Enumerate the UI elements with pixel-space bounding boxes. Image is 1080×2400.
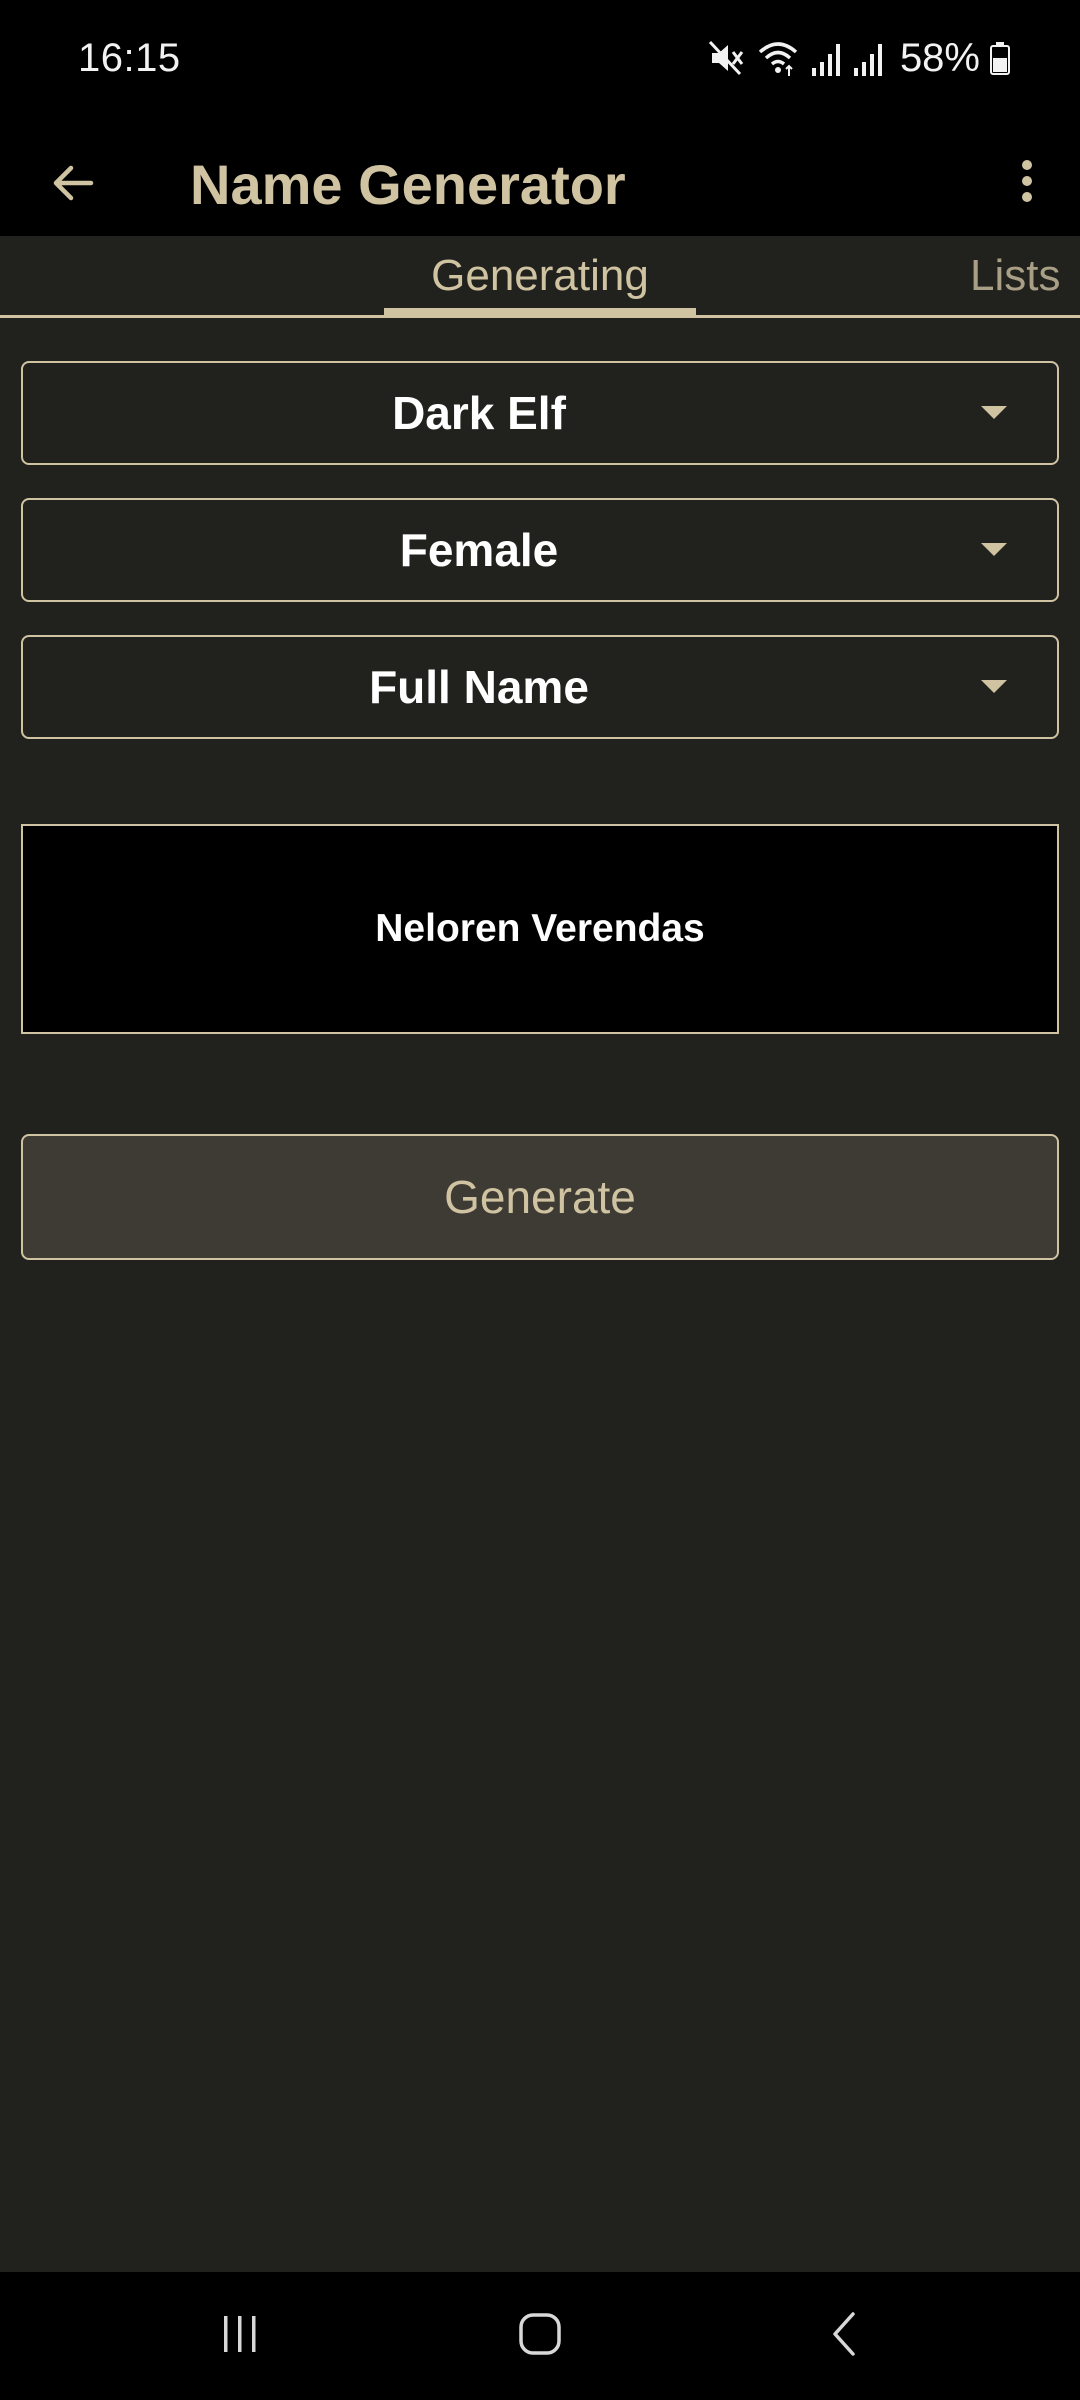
chevron-down-icon bbox=[981, 406, 1007, 419]
tab-bar: Generating Lists bbox=[0, 236, 1080, 318]
chevron-down-icon bbox=[981, 543, 1007, 556]
tab-lists[interactable]: Lists bbox=[970, 236, 1080, 315]
battery-percent: 58% bbox=[899, 35, 980, 80]
more-vertical-icon bbox=[1019, 157, 1035, 210]
battery-icon bbox=[990, 38, 1010, 78]
home-button[interactable] bbox=[485, 2296, 595, 2376]
gender-dropdown[interactable]: Female bbox=[21, 498, 1059, 602]
home-icon bbox=[517, 2311, 563, 2362]
system-back-button[interactable] bbox=[790, 2296, 900, 2376]
recents-icon bbox=[218, 2312, 262, 2361]
status-time: 16:15 bbox=[78, 36, 181, 80]
more-options-button[interactable] bbox=[992, 140, 1062, 226]
status-icons: 58% bbox=[706, 32, 1010, 84]
chevron-down-icon bbox=[981, 680, 1007, 693]
generated-name-display: Neloren Verendas bbox=[21, 824, 1059, 1034]
race-dropdown-value: Dark Elf bbox=[392, 387, 566, 439]
app-bar: Name Generator bbox=[0, 122, 1080, 236]
page-title: Name Generator bbox=[190, 153, 626, 216]
generate-button[interactable]: Generate bbox=[21, 1134, 1059, 1260]
status-bar: 16:15 58% bbox=[0, 0, 1080, 122]
back-button[interactable] bbox=[30, 142, 116, 228]
race-dropdown[interactable]: Dark Elf bbox=[21, 361, 1059, 465]
gender-dropdown-value: Female bbox=[399, 524, 559, 576]
wifi-icon bbox=[756, 38, 800, 78]
mute-icon bbox=[706, 38, 746, 78]
chevron-left-icon bbox=[825, 2310, 865, 2363]
tab-generating[interactable]: Generating bbox=[384, 236, 696, 316]
signal-icon bbox=[852, 38, 884, 78]
recents-button[interactable] bbox=[185, 2296, 295, 2376]
name-type-dropdown-value: Full Name bbox=[369, 661, 589, 713]
system-nav-bar bbox=[0, 2272, 1080, 2400]
screen: 16:15 58% Name Generator Generating List… bbox=[0, 0, 1080, 2400]
arrow-left-icon bbox=[49, 159, 97, 212]
name-type-dropdown[interactable]: Full Name bbox=[21, 635, 1059, 739]
signal-icon bbox=[810, 38, 842, 78]
